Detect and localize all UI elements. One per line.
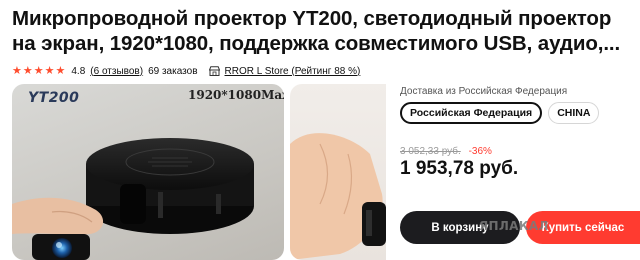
product-image-second[interactable]: [290, 84, 386, 260]
watermark: ЯПЛАКАЛ: [479, 219, 549, 233]
star-icon: ★: [55, 64, 66, 77]
origin-option-china[interactable]: CHINA: [548, 102, 600, 124]
old-price-row: 3 052,33 руб. -36%: [400, 146, 492, 157]
hand-projector-image: [290, 133, 386, 260]
current-price: 1 953,78 руб.: [400, 158, 519, 179]
product-image-main[interactable]: YT200 1920*1080Max: [12, 84, 284, 260]
rating-stars: ★ ★ ★ ★ ★: [12, 64, 66, 77]
old-price: 3 052,33 руб.: [400, 146, 461, 157]
star-icon: ★: [44, 64, 55, 77]
reviews-link[interactable]: (6 отзывов): [90, 66, 143, 77]
shipping-origin-options: Российская Федерация CHINA: [400, 102, 605, 124]
store-icon: [208, 66, 220, 76]
origin-option-russia[interactable]: Российская Федерация: [400, 102, 543, 124]
resolution-badge: 1920*1080Max: [188, 88, 284, 102]
model-badge: YT200: [28, 90, 80, 106]
product-title: Микропроводной проектор YT200, светодиод…: [12, 7, 621, 55]
store-link[interactable]: RROR L Store (Рейтинг 88 %): [225, 66, 361, 77]
star-icon: ★: [33, 64, 44, 77]
shipping-label: Доставка из Российская Федерация: [400, 86, 568, 97]
discount-badge: -36%: [468, 146, 492, 157]
star-icon: ★: [12, 64, 22, 77]
orders-count: 69 заказов: [148, 65, 198, 77]
projector-image: [12, 138, 254, 260]
rating-value: 4.8: [71, 65, 86, 77]
star-icon: ★: [22, 64, 33, 77]
product-meta: ★ ★ ★ ★ ★ 4.8 (6 отзывов) 69 заказов RRO…: [12, 64, 360, 78]
